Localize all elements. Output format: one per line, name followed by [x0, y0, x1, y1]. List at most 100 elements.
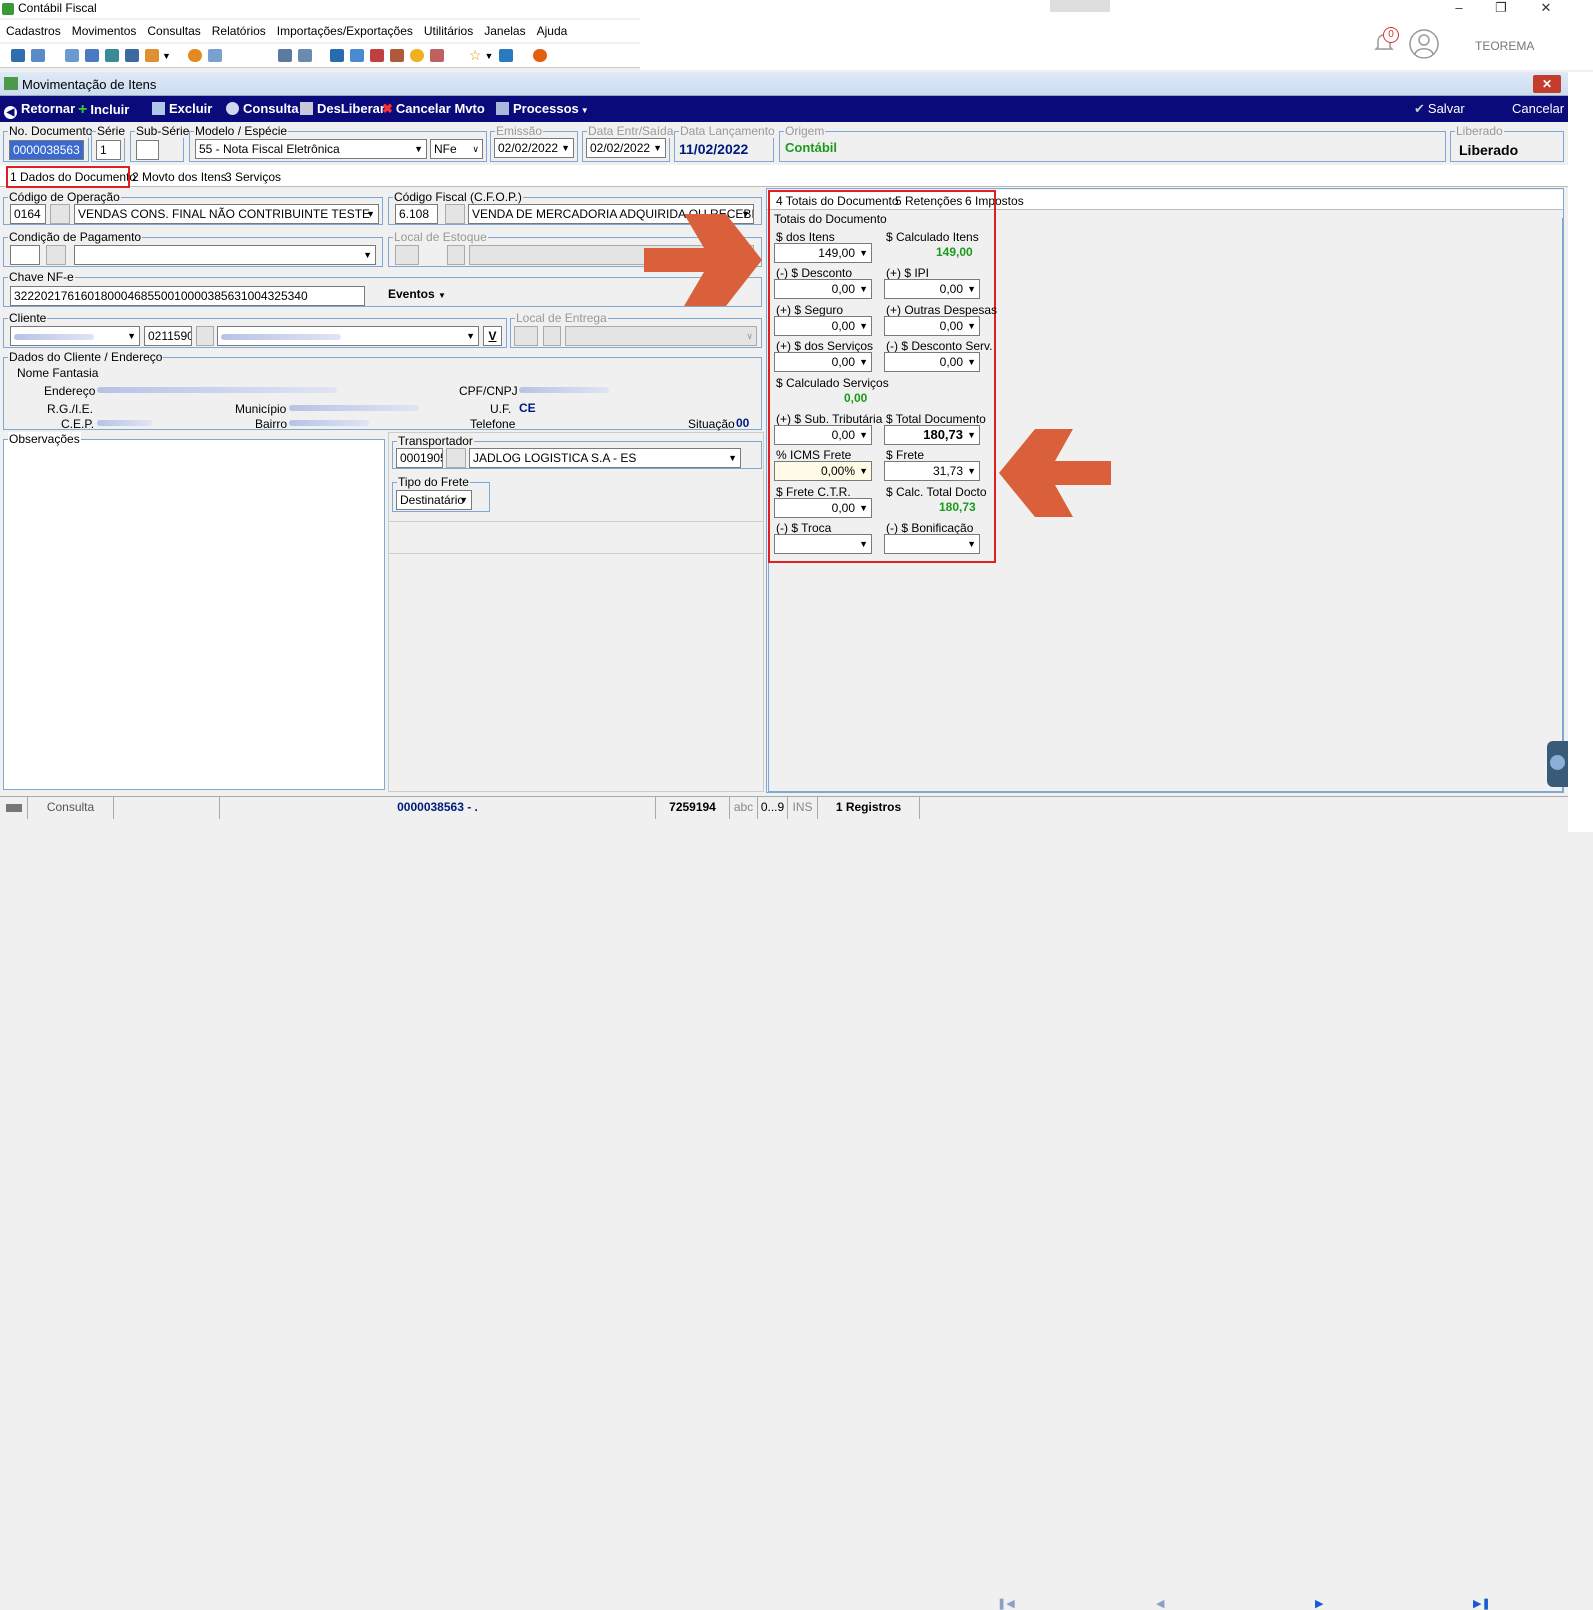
estoque-lookup-button[interactable] [447, 245, 465, 265]
observacoes-textarea[interactable] [5, 446, 383, 788]
toolbar-search-icon[interactable] [429, 49, 444, 62]
toolbar-calendar-icon[interactable] [369, 49, 384, 62]
pagamento-code-input[interactable] [10, 245, 40, 265]
ipi-input[interactable]: 0,00 ▼ [884, 279, 980, 299]
bonificacao-input[interactable]: ▼ [884, 534, 980, 554]
troca-input[interactable]: ▼ [774, 534, 872, 554]
minimize-icon[interactable]: – [1448, 0, 1470, 16]
menu-relatorios[interactable]: Relatórios [212, 24, 266, 38]
frete-valor-input[interactable]: 31,73 ▼ [884, 461, 980, 481]
seguro-input[interactable]: 0,00 ▼ [774, 316, 872, 336]
menu-importacoes[interactable]: Importações/Exportações [277, 24, 413, 38]
chave-input[interactable]: 3222021761601800046855001000038563100432… [10, 286, 365, 306]
consulta-button[interactable]: Consulta [226, 101, 299, 116]
toolbar-report-icon[interactable] [297, 49, 312, 62]
toolbar-schedule-icon[interactable] [389, 49, 404, 62]
retornar-button[interactable]: ◀ Retornar [4, 101, 75, 119]
user-avatar-icon[interactable] [1408, 28, 1440, 60]
entrega-select[interactable]: ∨ [565, 326, 757, 346]
transportador-lookup-button[interactable] [446, 448, 466, 468]
menu-consultas[interactable]: Consultas [147, 24, 200, 38]
next-record-icon[interactable]: ▶ [1315, 1597, 1323, 1610]
especie-select[interactable]: NFe ∨ [430, 139, 483, 159]
desconto-input[interactable]: 0,00 ▼ [774, 279, 872, 299]
transportador-group: Transportador 0001905 JADLOG LOGISTICA S… [392, 434, 762, 469]
cancelar-button[interactable]: Cancelar [1512, 101, 1564, 116]
entrega-code-input[interactable] [514, 326, 538, 346]
cfop-code-input[interactable]: 6.108 [395, 204, 438, 224]
salvar-button[interactable]: ✔ Salvar [1414, 101, 1465, 117]
close-icon[interactable]: ✕ [1535, 0, 1557, 16]
restore-icon[interactable]: ❐ [1490, 0, 1512, 16]
toolbar-star-icon[interactable]: ☆ [469, 47, 482, 64]
toolbar-list-icon[interactable] [65, 49, 79, 62]
toolbar-exit-icon[interactable] [499, 49, 514, 62]
toolbar-doc-icon[interactable] [329, 49, 344, 62]
incluir-button[interactable]: + Incluir [78, 101, 129, 119]
total-doc-input[interactable]: 180,73 ▼ [884, 425, 980, 445]
toolbar-folder-icon[interactable] [11, 49, 25, 62]
operacao-code-input[interactable]: 0164 [10, 204, 46, 224]
data-entr-date-input[interactable]: 02/02/2022 ▼ [586, 138, 666, 158]
modelo-select[interactable]: 55 - Nota Fiscal Eletrônica ▼ [195, 139, 427, 159]
menu-utilitarios[interactable]: Utilitários [424, 24, 473, 38]
toolbar-gear-icon[interactable] [187, 49, 202, 62]
processos-button[interactable]: Processos ▼ [496, 101, 589, 116]
cancelar-mvto-button[interactable]: ✖ Cancelar Mvto [382, 101, 485, 117]
tab-servicos[interactable]: 3 Serviços [225, 170, 281, 184]
icms-frete-input[interactable]: 0,00% ▼ [774, 461, 872, 481]
toolbar-power-icon[interactable] [533, 49, 548, 62]
cliente-v-button[interactable]: V [483, 326, 502, 346]
menu-janelas[interactable]: Janelas [484, 24, 525, 38]
first-record-icon[interactable]: ❚◀ [997, 1597, 1015, 1610]
menu-ajuda[interactable]: Ajuda [537, 24, 568, 38]
toolbar-chart-icon[interactable] [145, 49, 159, 62]
desc-serv-input[interactable]: 0,00 ▼ [884, 352, 980, 372]
toolbar-dropdown-icon[interactable]: ▼ [162, 51, 171, 61]
transportador-select[interactable]: JADLOG LOGISTICA S.A - ES ▼ [469, 448, 741, 468]
cfop-lookup-button[interactable] [445, 204, 465, 224]
toolbar-calc-icon[interactable] [349, 49, 364, 62]
menu-cadastros[interactable]: Cadastros [6, 24, 61, 38]
cliente-name-select[interactable]: ▼ [217, 326, 479, 346]
sub-trib-input[interactable]: 0,00 ▼ [774, 425, 872, 445]
emissao-date-input[interactable]: 02/02/2022 ▼ [494, 138, 574, 158]
subwindow-close-button[interactable]: ✕ [1533, 75, 1561, 93]
side-handle[interactable] [1547, 741, 1568, 787]
toolbar-tree-icon[interactable] [85, 49, 99, 62]
cliente-lookup-button[interactable] [196, 326, 214, 346]
toolbar-grid-icon[interactable] [125, 49, 139, 62]
dos-itens-input[interactable]: 149,00 ▼ [774, 243, 872, 263]
pagamento-lookup-button[interactable] [46, 245, 66, 265]
operacao-lookup-button[interactable] [50, 204, 70, 224]
subserie-input[interactable] [136, 140, 159, 160]
toolbar-star-dropdown-icon[interactable]: ▼ [484, 51, 493, 61]
estoque-code-input[interactable] [395, 245, 419, 265]
desliberar-button[interactable]: DesLiberar [300, 101, 385, 116]
frete-select[interactable]: Destinatário ▼ [396, 490, 472, 510]
servicos-input[interactable]: 0,00 ▼ [774, 352, 872, 372]
toolbar-clock-icon[interactable] [409, 49, 424, 62]
toolbar-users-icon[interactable] [31, 49, 45, 62]
serie-input[interactable]: 1 [96, 140, 121, 160]
last-record-icon[interactable]: ▶❚ [1473, 1597, 1491, 1610]
numero-input[interactable]: 0000038563 [9, 140, 84, 160]
toolbar-table-icon[interactable] [207, 49, 222, 62]
outras-input[interactable]: 0,00 ▼ [884, 316, 980, 336]
cliente-doc-select[interactable]: ▼ [10, 326, 140, 346]
toolbar-monitor-icon[interactable] [105, 49, 119, 62]
tab-movto-itens[interactable]: 2 Movto dos Itens [132, 170, 227, 184]
pagamento-select[interactable]: ▼ [74, 245, 376, 265]
operacao-select[interactable]: VENDAS CONS. FINAL NÃO CONTRIBUINTE TEST… [74, 204, 379, 224]
cfop-label: Código Fiscal (C.F.O.P.) [393, 190, 523, 204]
cliente-doc-chevron-down-icon: ▼ [127, 331, 136, 341]
toolbar-export-icon[interactable] [277, 49, 292, 62]
excluir-button[interactable]: Excluir [152, 101, 212, 116]
cliente-code-input[interactable]: 0211590 [144, 326, 192, 346]
frete-ctr-input[interactable]: 0,00 ▼ [774, 498, 872, 518]
prev-record-icon[interactable]: ◀ [1156, 1597, 1164, 1610]
transportador-code-input[interactable]: 0001905 [396, 448, 443, 468]
eventos-button[interactable]: Eventos ▼ [388, 287, 446, 301]
entrega-lookup-button[interactable] [543, 326, 561, 346]
menu-movimentos[interactable]: Movimentos [72, 24, 137, 38]
